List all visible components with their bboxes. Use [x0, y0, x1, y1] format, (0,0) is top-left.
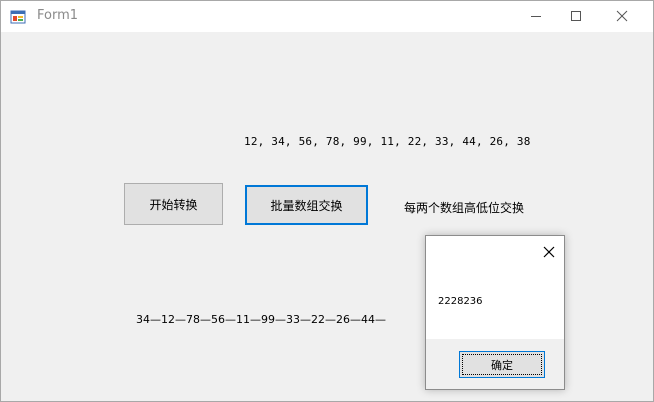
numbers-label: 12, 34, 56, 78, 99, 11, 22, 33, 44, 26, … — [244, 135, 531, 148]
message-box: 2228236 确定 — [425, 235, 565, 390]
close-icon — [616, 10, 628, 22]
message-text: 2228236 — [438, 296, 483, 307]
ok-button[interactable]: 确定 — [459, 351, 545, 378]
title-bar[interactable]: Form1 — [1, 1, 653, 32]
description-label: 每两个数组高低位交换 — [404, 201, 525, 215]
start-convert-button[interactable]: 开始转换 — [124, 183, 223, 225]
batch-swap-button[interactable]: 批量数组交换 — [245, 185, 368, 225]
close-button[interactable] — [599, 1, 645, 32]
result-label: 34—12—78—56—11—99—33—22—26—44— — [136, 313, 386, 326]
message-box-close-button[interactable] — [542, 244, 556, 258]
close-icon — [543, 246, 555, 258]
message-box-footer: 确定 — [426, 339, 564, 389]
maximize-button[interactable] — [553, 1, 599, 32]
window-title: Form1 — [37, 8, 79, 23]
minimize-icon — [531, 16, 541, 17]
app-icon — [10, 9, 26, 25]
maximize-icon — [571, 11, 581, 21]
